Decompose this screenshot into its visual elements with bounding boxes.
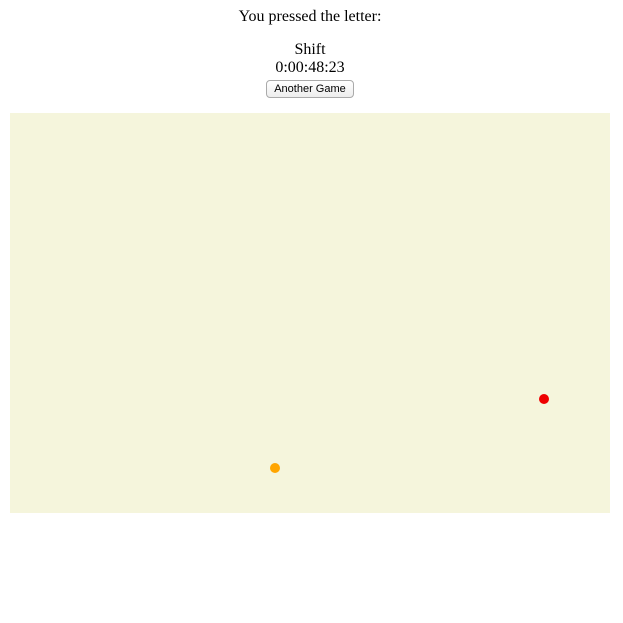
another-game-button[interactable]: Another Game: [266, 80, 354, 98]
prompt-text: You pressed the letter:: [238, 8, 382, 25]
button-row: Another Game: [0, 79, 620, 98]
game-board[interactable]: [10, 113, 610, 513]
orange-dot: [270, 463, 280, 473]
game-timer: 0:00:48:23: [275, 59, 345, 76]
pressed-key: Shift: [294, 41, 326, 58]
red-dot: [539, 394, 549, 404]
